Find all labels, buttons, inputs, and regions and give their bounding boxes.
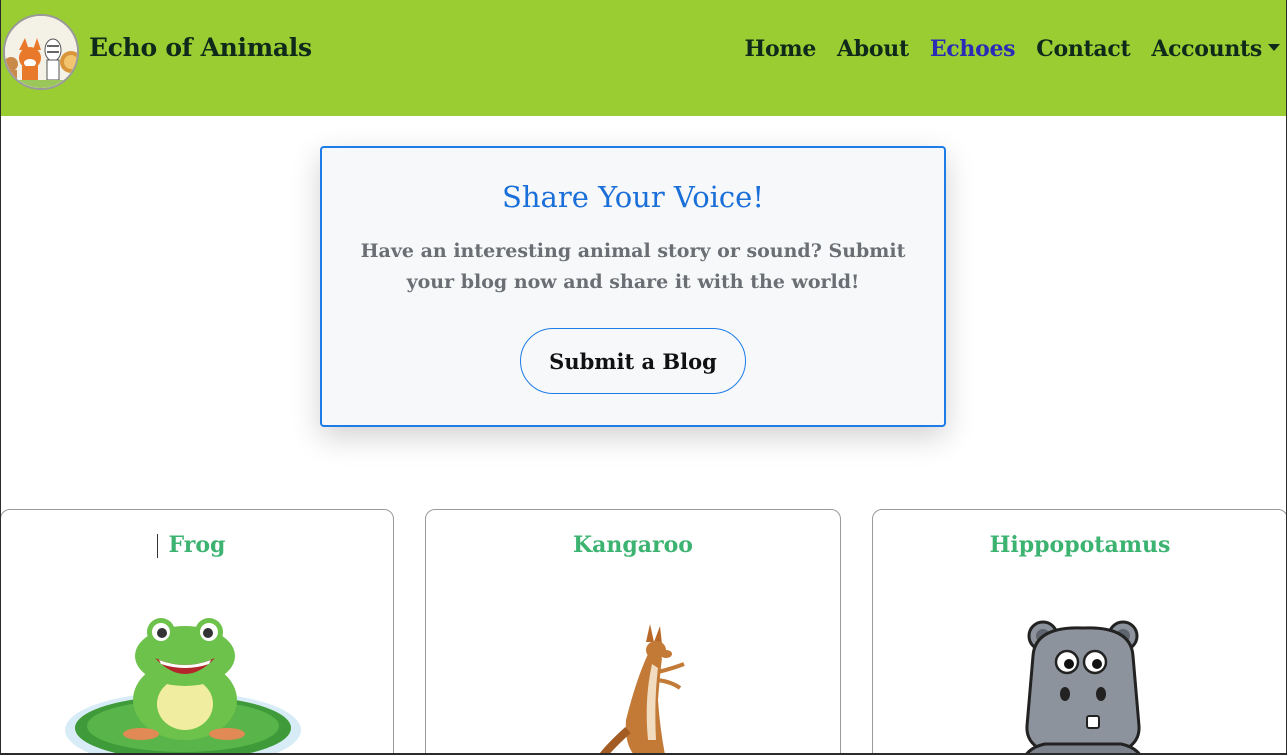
nav-contact[interactable]: Contact: [1036, 36, 1130, 62]
nav-about[interactable]: About: [837, 36, 909, 62]
share-title: Share Your Voice!: [502, 180, 764, 214]
animal-name-hippopotamus[interactable]: Hippopotamus: [873, 532, 1286, 558]
kangaroo-icon: [600, 624, 685, 753]
share-description-line-1: Have an interesting animal story or soun…: [360, 240, 906, 262]
share-voice-card: Share Your Voice! Have an interesting an…: [320, 146, 946, 427]
nav-echoes[interactable]: Echoes: [930, 36, 1016, 62]
nav-home[interactable]: Home: [744, 36, 816, 62]
animal-name-frog[interactable]: Frog: [1, 532, 393, 558]
nav-accounts-dropdown[interactable]: Accounts: [1151, 36, 1280, 62]
nav-accounts-label: Accounts: [1151, 36, 1262, 62]
share-description-line-2: your blog now and share it with the worl…: [406, 271, 860, 293]
page: Echo of Animals Home About Echoes Contac…: [0, 0, 1287, 755]
animal-name-kangaroo[interactable]: Kangaroo: [426, 532, 840, 558]
submit-blog-button[interactable]: Submit a Blog: [520, 328, 746, 394]
brand-title[interactable]: Echo of Animals: [89, 33, 312, 62]
caret-down-icon: [1268, 44, 1280, 51]
animal-card-frog[interactable]: Frog: [1, 509, 394, 753]
share-description: Have an interesting animal story or soun…: [352, 236, 914, 298]
animals-logo-icon[interactable]: [3, 14, 79, 90]
navbar: Echo of Animals Home About Echoes Contac…: [1, 0, 1286, 116]
hippopotamus-icon: [1025, 620, 1141, 753]
animal-card-hippopotamus[interactable]: Hippopotamus: [872, 509, 1286, 753]
nav-links: Home About Echoes Contact Accounts: [723, 36, 1280, 62]
frog-icon: [65, 618, 301, 753]
animal-card-kangaroo[interactable]: Kangaroo: [425, 509, 841, 753]
